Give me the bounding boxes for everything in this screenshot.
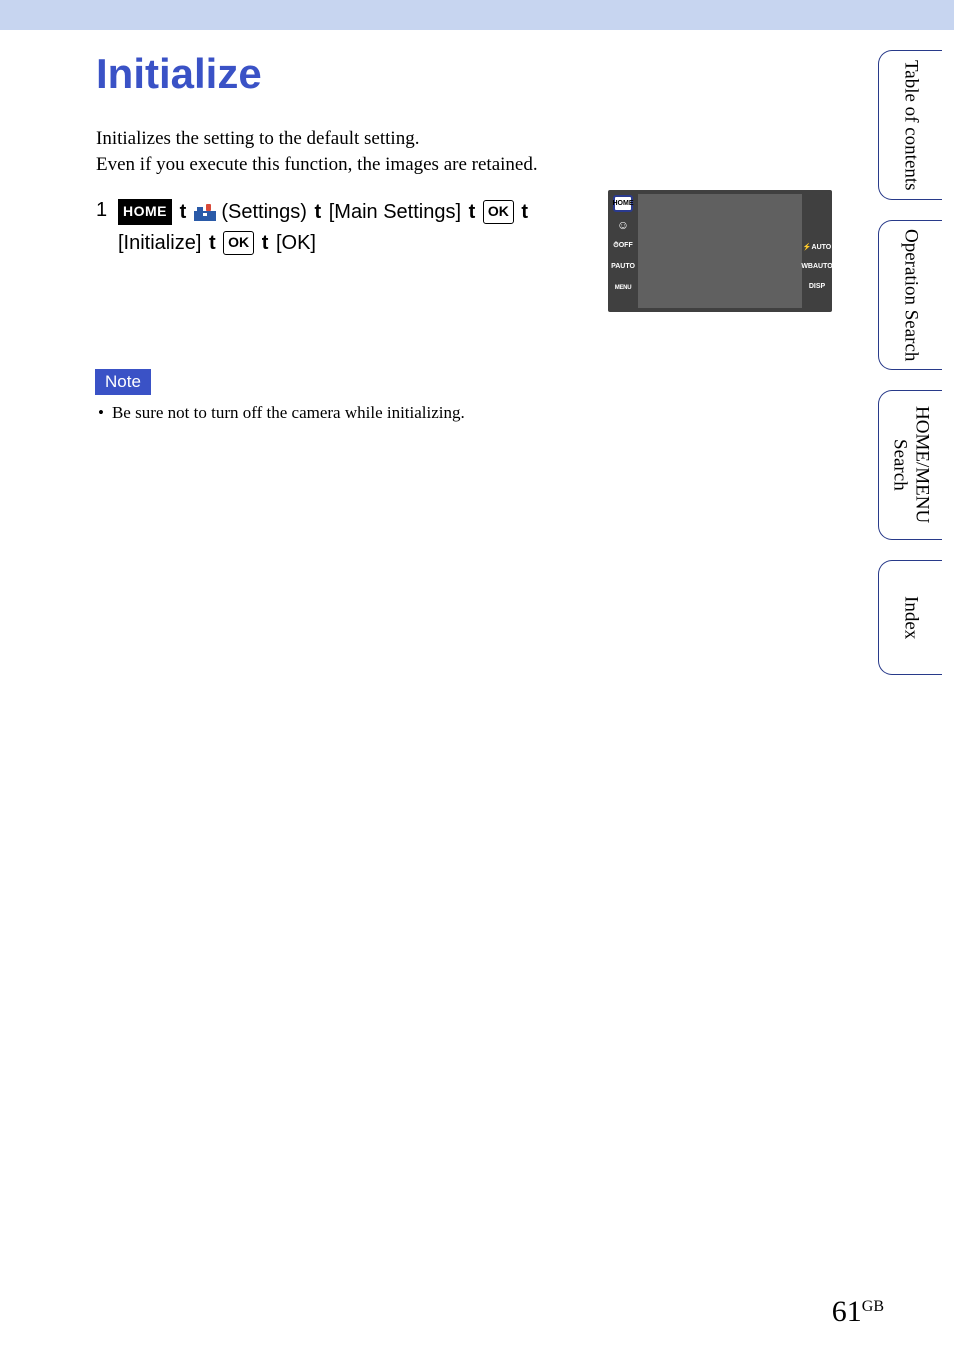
note-item: Be sure not to turn off the camera while… (98, 403, 894, 423)
camera-smile-icon: ☺ (613, 216, 633, 233)
camera-pauto-icon: PAUTO (613, 258, 633, 275)
arrow-icon: t (519, 201, 530, 223)
settings-label: (Settings) (221, 201, 312, 223)
home-icon: HOME (118, 199, 172, 225)
page-number: 61GB (832, 1295, 884, 1329)
camera-menu-icon: MENU (613, 279, 633, 296)
camera-disp-icon: DISP (807, 278, 827, 295)
final-ok-label: [OK] (276, 232, 316, 254)
arrow-icon: t (178, 201, 189, 223)
main-settings-label: [Main Settings] (329, 201, 467, 223)
camera-left-icons: HOME ☺ ⏱OFF PAUTO MENU (613, 195, 633, 296)
camera-wb-icon: WBAUTO (807, 258, 827, 275)
initialize-label: [Initialize] (118, 232, 207, 254)
sidetab-label: HOME/MENU Search (889, 391, 933, 539)
ok-icon: OK (483, 200, 514, 224)
camera-screen-illustration: HOME ☺ ⏱OFF PAUTO MENU ⚡AUTO WBAUTO DISP (608, 190, 832, 312)
ok-icon: OK (223, 231, 254, 255)
sidetab-label: Operation Search (900, 229, 922, 361)
arrow-icon: t (467, 201, 478, 223)
page-number-suffix: GB (862, 1298, 884, 1315)
arrow-icon: t (260, 232, 271, 254)
intro-line-2: Even if you execute this function, the i… (96, 152, 894, 178)
sidetab-label: Index (900, 596, 922, 639)
settings-icon (194, 203, 216, 221)
step-text: HOME t (Settings) t [Main Settings] t OK… (118, 197, 608, 259)
camera-flash-icon: ⚡AUTO (807, 238, 827, 255)
step-number: 1 (96, 199, 107, 222)
side-tabs: Table of contents Operation Search HOME/… (878, 50, 942, 675)
note-label: Note (95, 369, 151, 395)
note-list: Be sure not to turn off the camera while… (96, 403, 894, 423)
camera-right-icons: ⚡AUTO WBAUTO DISP (807, 238, 827, 295)
sidetab-operation-search[interactable]: Operation Search (878, 220, 942, 370)
page-number-value: 61 (832, 1295, 862, 1328)
intro-line-1: Initializes the setting to the default s… (96, 126, 894, 152)
camera-home-icon: HOME (613, 195, 633, 212)
arrow-icon: t (207, 232, 218, 254)
top-bar (0, 0, 954, 30)
intro-text: Initializes the setting to the default s… (96, 126, 894, 177)
page-title: Initialize (96, 50, 894, 98)
arrow-icon: t (313, 201, 324, 223)
sidetab-toc[interactable]: Table of contents (878, 50, 942, 200)
sidetab-label: Table of contents (900, 60, 922, 191)
sidetab-index[interactable]: Index (878, 560, 942, 675)
camera-inner-screen (638, 194, 802, 308)
sidetab-home-menu-search[interactable]: HOME/MENU Search (878, 390, 942, 540)
camera-timer-icon: ⏱OFF (613, 237, 633, 254)
